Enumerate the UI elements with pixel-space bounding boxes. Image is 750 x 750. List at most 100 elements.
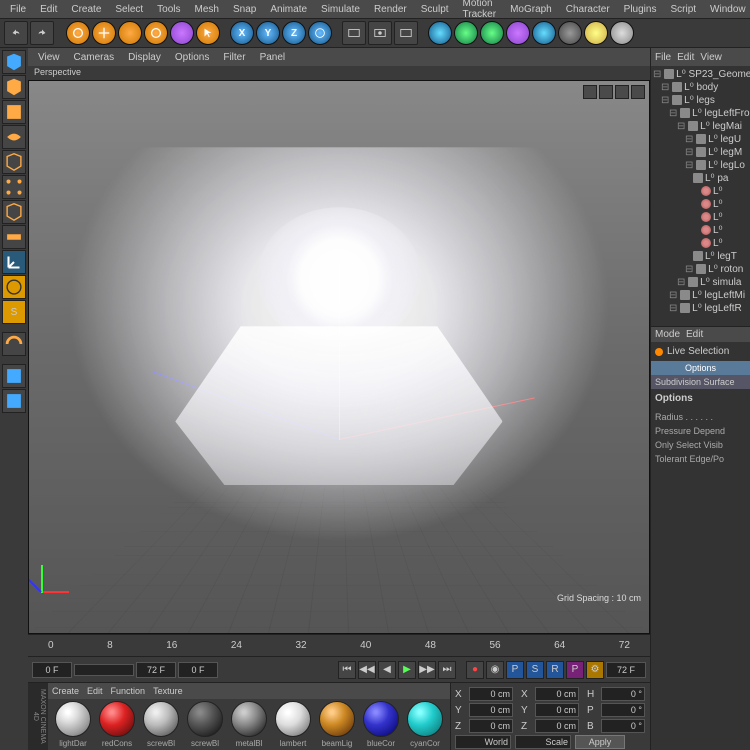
move-tool[interactable]: [92, 21, 116, 45]
tree-node[interactable]: ⊟ L⁰ body: [653, 81, 748, 94]
menu-plugins[interactable]: Plugins: [618, 2, 663, 17]
material-beamLig[interactable]: beamLig: [316, 701, 358, 748]
tree-node[interactable]: ⊟ L⁰ legM: [653, 146, 748, 159]
size-y[interactable]: [535, 703, 579, 717]
generator[interactable]: [480, 21, 504, 45]
tree-node[interactable]: L⁰ legT: [653, 250, 748, 263]
key-options[interactable]: ⚙: [586, 661, 604, 679]
record-key[interactable]: ●: [466, 661, 484, 679]
attrmenu-edit[interactable]: Edit: [686, 329, 703, 340]
matmenu-create[interactable]: Create: [52, 686, 79, 696]
viewport-3d[interactable]: Grid Spacing : 10 cm: [28, 80, 650, 634]
key-position[interactable]: P: [506, 661, 524, 679]
edges-mode[interactable]: [2, 200, 26, 224]
tree-node[interactable]: ⊟ L⁰ legU: [653, 133, 748, 146]
menu-script[interactable]: Script: [664, 2, 702, 17]
tree-node[interactable]: ⊟ L⁰ legMai: [653, 120, 748, 133]
tree-node[interactable]: L⁰: [653, 198, 748, 211]
rot-p[interactable]: [601, 703, 645, 717]
snap-settings[interactable]: [2, 332, 26, 356]
options-tab[interactable]: Options: [651, 361, 750, 375]
y-axis-lock[interactable]: Y: [256, 21, 280, 45]
viewport-nav-1[interactable]: [583, 85, 597, 99]
cursor-tool[interactable]: [196, 21, 220, 45]
tree-node[interactable]: L⁰: [653, 185, 748, 198]
goto-end[interactable]: ⏭: [438, 661, 456, 679]
redo-button[interactable]: [30, 21, 54, 45]
key-rotation[interactable]: R: [546, 661, 564, 679]
last-tool[interactable]: [170, 21, 194, 45]
menu-tools[interactable]: Tools: [151, 2, 186, 17]
camera[interactable]: [558, 21, 582, 45]
attrmenu-mode[interactable]: Mode: [655, 329, 680, 340]
snap-enable[interactable]: [2, 275, 26, 299]
undo-button[interactable]: [4, 21, 28, 45]
menu-create[interactable]: Create: [65, 2, 107, 17]
option-item[interactable]: Only Select Visib: [655, 438, 746, 452]
material-lambert[interactable]: lambert: [272, 701, 314, 748]
viewport-nav-3[interactable]: [615, 85, 629, 99]
goto-start[interactable]: ⏮: [338, 661, 356, 679]
tree-node[interactable]: ⊟ L⁰ roton: [653, 263, 748, 276]
material-lightDar[interactable]: lightDar: [52, 701, 94, 748]
size-mode[interactable]: [515, 735, 571, 749]
content-browser[interactable]: [610, 21, 634, 45]
model-mode[interactable]: [2, 75, 26, 99]
primitive-spline[interactable]: [454, 21, 478, 45]
frame-end-2[interactable]: [606, 662, 646, 678]
menu-simulate[interactable]: Simulate: [315, 2, 366, 17]
coord-y[interactable]: [469, 703, 513, 717]
material-screwBl[interactable]: screwBl: [140, 701, 182, 748]
menu-file[interactable]: File: [4, 2, 32, 17]
world-coords[interactable]: [308, 21, 332, 45]
timeline-scrub[interactable]: [74, 664, 134, 676]
uv-polys[interactable]: [2, 150, 26, 174]
step-forward[interactable]: ▶▶: [418, 661, 436, 679]
menu-animate[interactable]: Animate: [264, 2, 313, 17]
menu-render[interactable]: Render: [368, 2, 413, 17]
option-item[interactable]: Tolerant Edge/Po: [655, 452, 746, 466]
viewmenu-display[interactable]: Display: [122, 50, 167, 65]
matmenu-edit[interactable]: Edit: [87, 686, 103, 696]
material-redCons[interactable]: redCons: [96, 701, 138, 748]
tree-node[interactable]: ⊟ L⁰ legLeftMi: [653, 289, 748, 302]
object-tree[interactable]: ⊟ L⁰ SP23_Geomet⊟ L⁰ body⊟ L⁰ legs⊟ L⁰ l…: [651, 66, 750, 326]
viewmenu-panel[interactable]: Panel: [254, 50, 292, 65]
coord-z[interactable]: [469, 719, 513, 733]
viewmenu-filter[interactable]: Filter: [217, 50, 251, 65]
menu-motion-tracker[interactable]: Motion Tracker: [457, 0, 503, 22]
tree-node[interactable]: L⁰: [653, 211, 748, 224]
subdiv-tab[interactable]: Subdivision Surface: [651, 375, 750, 389]
apply-button[interactable]: Apply: [575, 735, 625, 749]
render-view[interactable]: [342, 21, 366, 45]
frame-end[interactable]: [136, 662, 176, 678]
workplane[interactable]: S: [2, 300, 26, 324]
option-item[interactable]: Pressure Depend: [655, 424, 746, 438]
material-cyanCor[interactable]: cyanCor: [404, 701, 446, 748]
frame-current[interactable]: [178, 662, 218, 678]
coord-x[interactable]: [469, 687, 513, 701]
matmenu-function[interactable]: Function: [111, 686, 146, 696]
objmenu-file[interactable]: File: [655, 52, 671, 63]
deformer[interactable]: [506, 21, 530, 45]
play-back[interactable]: ◀: [378, 661, 396, 679]
light[interactable]: [584, 21, 608, 45]
points-mode[interactable]: [2, 175, 26, 199]
size-x[interactable]: [535, 687, 579, 701]
tree-node[interactable]: ⊟ L⁰ SP23_Geomet: [653, 68, 748, 81]
frame-start[interactable]: [32, 662, 72, 678]
step-back[interactable]: ◀◀: [358, 661, 376, 679]
objmenu-edit[interactable]: Edit: [677, 52, 694, 63]
menu-select[interactable]: Select: [109, 2, 149, 17]
material-blueCor[interactable]: blueCor: [360, 701, 402, 748]
timeline-ruler[interactable]: 081624324048566472: [28, 634, 650, 656]
tree-node[interactable]: L⁰ pa: [653, 172, 748, 185]
x-axis-lock[interactable]: X: [230, 21, 254, 45]
scale-tool[interactable]: [118, 21, 142, 45]
viewmenu-options[interactable]: Options: [169, 50, 215, 65]
viewmenu-cameras[interactable]: Cameras: [68, 50, 121, 65]
matmenu-texture[interactable]: Texture: [153, 686, 183, 696]
key-scale[interactable]: S: [526, 661, 544, 679]
environment[interactable]: [532, 21, 556, 45]
render-pv[interactable]: [368, 21, 392, 45]
